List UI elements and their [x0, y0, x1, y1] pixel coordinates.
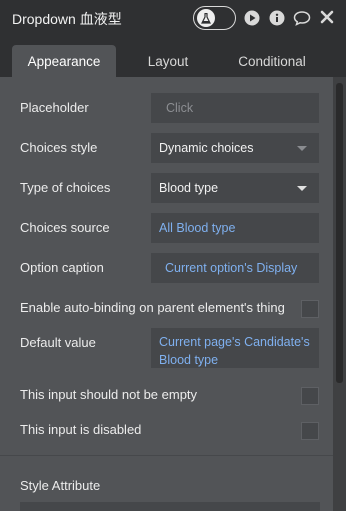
disabled-label: This input is disabled — [20, 422, 142, 437]
editor-title-bar: Dropdown 血液型 — [0, 0, 346, 37]
tab-layout[interactable]: Layout — [120, 45, 216, 77]
option-caption-expression[interactable]: Current option's Display — [151, 253, 319, 283]
default-value-label: Default value — [20, 335, 96, 350]
choices-style-dropdown[interactable]: Dynamic choices — [151, 133, 319, 163]
tab-conditional[interactable]: Conditional — [222, 45, 322, 77]
section-divider — [0, 455, 333, 456]
style-attribute-label: Style Attribute — [20, 478, 101, 493]
default-value-expression[interactable]: Current page's Candidate's Blood type — [151, 328, 319, 368]
disabled-checkbox[interactable] — [301, 422, 319, 440]
chevron-down-icon — [297, 186, 307, 191]
type-of-choices-label: Type of choices — [20, 180, 111, 195]
panel-scrollbar[interactable] — [333, 77, 346, 511]
preview-toggle[interactable] — [193, 6, 236, 30]
info-icon[interactable] — [269, 10, 285, 26]
close-icon[interactable] — [320, 10, 336, 26]
choices-style-label: Choices style — [20, 140, 98, 155]
choices-style-value: Dynamic choices — [159, 141, 254, 155]
type-of-choices-value: Blood type — [159, 181, 219, 195]
placeholder-input[interactable]: Click — [151, 93, 319, 123]
chevron-down-icon — [297, 146, 307, 151]
style-attribute-dropdown[interactable] — [20, 502, 320, 511]
choices-source-expression[interactable]: All Blood type — [151, 213, 319, 243]
type-of-choices-dropdown[interactable]: Blood type — [151, 173, 319, 203]
scrollbar-thumb[interactable] — [336, 83, 343, 383]
tab-appearance[interactable]: Appearance — [12, 45, 116, 77]
auto-binding-checkbox[interactable] — [301, 300, 319, 318]
option-caption-label: Option caption — [20, 260, 104, 275]
property-tabs: Appearance Layout Conditional — [0, 37, 346, 77]
comment-icon[interactable] — [293, 10, 311, 26]
auto-binding-label: Enable auto-binding on parent element's … — [20, 300, 285, 315]
placeholder-label: Placeholder — [20, 100, 89, 115]
not-empty-label: This input should not be empty — [20, 387, 198, 402]
play-icon[interactable] — [244, 10, 260, 26]
flask-icon — [197, 9, 215, 27]
element-title: Dropdown 血液型 — [12, 11, 122, 27]
choices-source-label: Choices source — [20, 220, 110, 235]
not-empty-checkbox[interactable] — [301, 387, 319, 405]
